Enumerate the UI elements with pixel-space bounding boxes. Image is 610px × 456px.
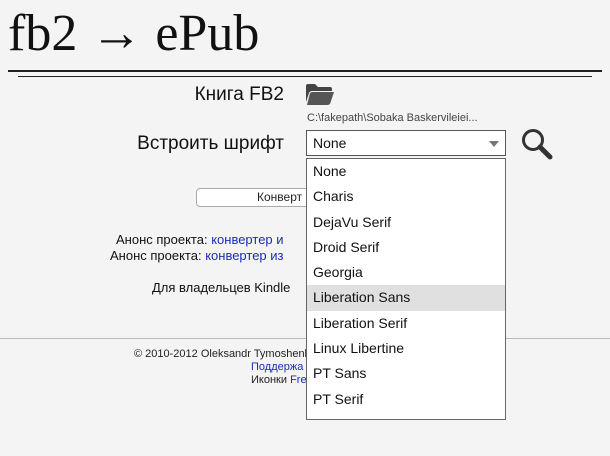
support-link[interactable]: Поддержа: [251, 361, 303, 373]
font-select-value: None: [313, 135, 347, 151]
font-option[interactable]: PT Sans: [307, 361, 505, 386]
copyright-text: © 2010-2012 Oleksandr Tymoshenk: [134, 348, 311, 360]
footer-divider: [0, 338, 610, 339]
header-rule-thin: [18, 76, 592, 77]
header-rule-thick: [8, 70, 602, 72]
font-option[interactable]: PT Serif: [307, 387, 505, 412]
font-option[interactable]: None: [307, 159, 505, 184]
font-dropdown-list: None Charis DejaVu Serif Droid Serif Georgia…: [306, 158, 506, 420]
folder-icon[interactable]: [305, 82, 335, 106]
announce-link-2[interactable]: конвертер из: [205, 248, 283, 263]
font-option[interactable]: Georgia: [307, 260, 505, 285]
page-title: fb2 → ePub: [8, 5, 260, 62]
chevron-down-icon: [489, 141, 499, 147]
icons-credit-prefix: Иконки: [251, 374, 291, 386]
font-option[interactable]: DejaVu Serif: [307, 210, 505, 235]
embed-font-label: Встроить шрифт: [137, 133, 284, 154]
font-option[interactable]: Liberation Serif: [307, 311, 505, 336]
font-option[interactable]: Droid Serif: [307, 235, 505, 260]
font-option[interactable]: Liberation Sans: [307, 285, 505, 311]
icons-credit: Иконки Fre: [251, 374, 307, 386]
icons-credit-link[interactable]: Fre: [290, 374, 307, 386]
book-fb2-label: Книга FB2: [194, 84, 284, 105]
announce-line-1: Анонс проекта: конвертер и: [116, 232, 284, 247]
font-select[interactable]: None: [306, 130, 506, 156]
announce-line-2: Анонс проекта: конвертер из: [110, 248, 283, 263]
font-option[interactable]: Linux Libertine: [307, 336, 505, 361]
selected-file-path: C:\fakepath\Sobaka Baskervileiei...: [307, 112, 478, 124]
font-option[interactable]: Charis: [307, 184, 505, 209]
kindle-owners-text: Для владельцев Kindle: [152, 280, 291, 295]
announce-prefix: Анонс проекта:: [110, 248, 206, 263]
search-icon[interactable]: [520, 127, 554, 161]
announce-prefix: Анонс проекта:: [116, 232, 212, 247]
announce-link-1[interactable]: конвертер и: [211, 232, 283, 247]
